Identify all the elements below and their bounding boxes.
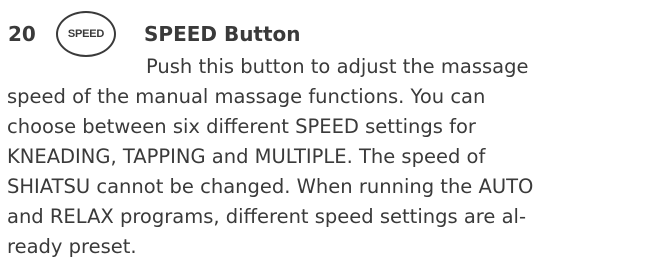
description-paragraph: Push this button to adjust the massage s… [7,52,657,262]
paragraph-line: KNEADING, TAPPING and MULTIPLE. The spee… [7,145,486,168]
section-number: 20 [8,22,36,46]
paragraph-line: ready preset. [7,235,137,258]
paragraph-line: choose between six different SPEED setti… [7,115,476,138]
speed-button-icon: SPEED [56,11,116,57]
paragraph-line: Push this button to adjust the massage [146,55,529,78]
paragraph-line: speed of the manual massage functions. Y… [7,85,486,108]
paragraph-line: SHIATSU cannot be changed. When running … [7,175,534,198]
speed-icon-label: SPEED [67,28,105,40]
section-title: SPEED Button [144,22,301,46]
paragraph-line: and RELAX programs, different speed sett… [7,205,526,228]
